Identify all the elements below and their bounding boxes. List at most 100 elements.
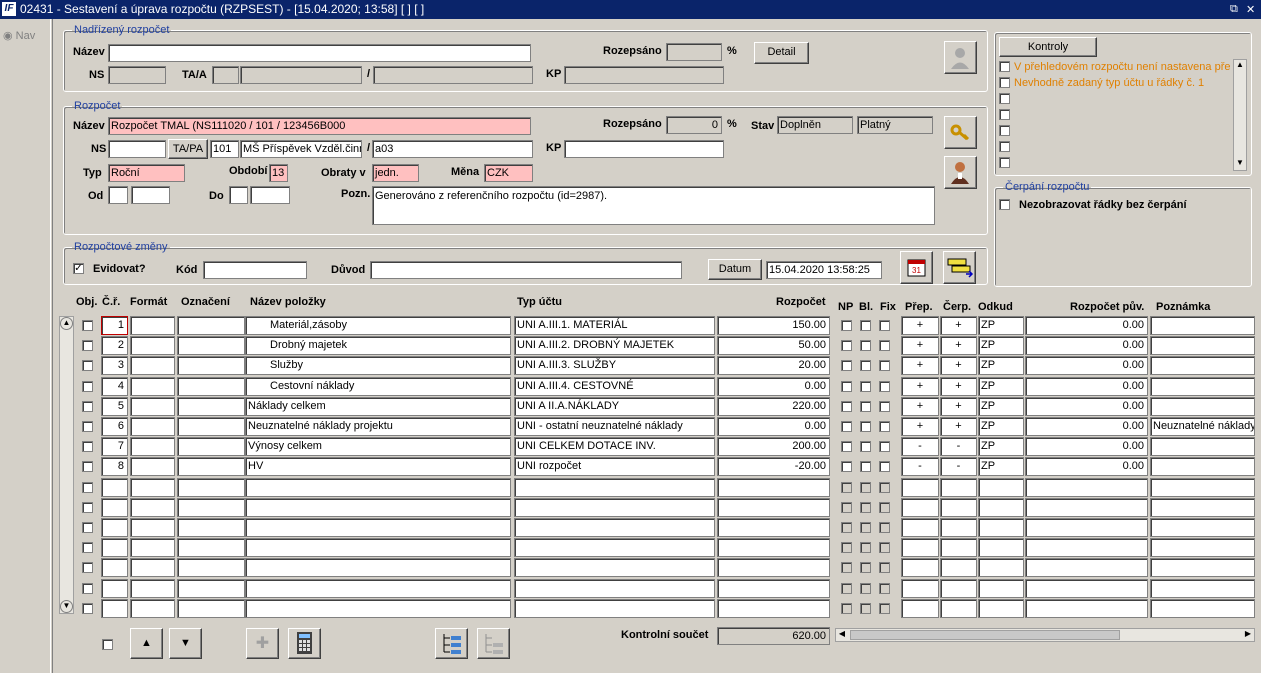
- scroll-down-icon[interactable]: ▼: [1234, 158, 1246, 170]
- row-cerp-cell[interactable]: +: [940, 356, 977, 375]
- row-prep-cell[interactable]: [901, 538, 939, 557]
- row-cerp-cell[interactable]: [940, 518, 977, 537]
- row-rozpocet-cell[interactable]: 150.00: [717, 316, 830, 335]
- row-typ-cell[interactable]: [514, 538, 715, 557]
- row-bl-checkbox[interactable]: [860, 340, 871, 351]
- row-format-cell[interactable]: [130, 457, 175, 476]
- row-cerp-cell[interactable]: +: [940, 417, 977, 436]
- row-typ-cell[interactable]: [514, 558, 715, 577]
- row-fix-checkbox[interactable]: [879, 441, 890, 452]
- row-prep-cell[interactable]: +: [901, 336, 939, 355]
- row-odkud-cell[interactable]: ZP: [978, 356, 1024, 375]
- row-cerp-cell[interactable]: [940, 538, 977, 557]
- row-nazev-cell[interactable]: Náklady celkem: [245, 397, 511, 416]
- row-puv-cell[interactable]: 0.00: [1025, 336, 1148, 355]
- row-prep-cell[interactable]: [901, 599, 939, 618]
- row-odkud-cell[interactable]: ZP: [978, 417, 1024, 436]
- row-odkud-cell[interactable]: ZP: [978, 377, 1024, 396]
- datum-field[interactable]: 15.04.2020 13:58:25: [766, 261, 882, 279]
- row-rozpocet-cell[interactable]: -20.00: [717, 457, 830, 476]
- row-puv-cell[interactable]: [1025, 538, 1148, 557]
- row-cr-cell[interactable]: [101, 518, 128, 537]
- row-obj-checkbox[interactable]: [82, 340, 93, 351]
- row-odkud-cell[interactable]: [978, 599, 1024, 618]
- row-np-checkbox[interactable]: [841, 461, 852, 472]
- row-puv-cell[interactable]: 0.00: [1025, 417, 1148, 436]
- row-fix-checkbox[interactable]: [879, 583, 890, 594]
- row-bl-checkbox[interactable]: [860, 421, 871, 432]
- row-puv-cell[interactable]: [1025, 599, 1148, 618]
- row-bl-checkbox[interactable]: [860, 522, 871, 533]
- row-odkud-cell[interactable]: [978, 558, 1024, 577]
- do-field[interactable]: [250, 186, 290, 204]
- row-nazev-cell[interactable]: Neuznatelné náklady projektu: [245, 417, 511, 436]
- move-up-button[interactable]: ▲: [130, 628, 163, 659]
- rows-scrollbar[interactable]: ▲ ▼: [59, 316, 74, 614]
- row-format-cell[interactable]: [130, 336, 175, 355]
- row-rozpocet-cell[interactable]: 50.00: [717, 336, 830, 355]
- row-bl-checkbox[interactable]: [860, 441, 871, 452]
- row-np-checkbox[interactable]: [841, 482, 852, 493]
- row-np-checkbox[interactable]: [841, 421, 852, 432]
- row-rozpocet-cell[interactable]: [717, 538, 830, 557]
- row-obj-checkbox[interactable]: [82, 461, 93, 472]
- row-prep-cell[interactable]: [901, 478, 939, 497]
- row-cr-cell[interactable]: 4: [101, 377, 128, 396]
- budget-a-field[interactable]: a03: [372, 140, 533, 158]
- nezobrazovat-checkbox[interactable]: [999, 199, 1010, 210]
- row-cerp-cell[interactable]: [940, 579, 977, 598]
- row-puv-cell[interactable]: [1025, 518, 1148, 537]
- row-nazev-cell[interactable]: [245, 518, 511, 537]
- horizontal-scrollbar[interactable]: ◀ ▶: [835, 628, 1255, 642]
- row-obj-checkbox[interactable]: [82, 320, 93, 331]
- row-bl-checkbox[interactable]: [860, 603, 871, 614]
- kontrola-checkbox-2[interactable]: [999, 77, 1010, 88]
- row-cr-cell[interactable]: 1: [101, 316, 128, 335]
- transfer-button[interactable]: [943, 251, 976, 284]
- row-nazev-cell[interactable]: [245, 558, 511, 577]
- row-bl-checkbox[interactable]: [860, 360, 871, 371]
- tapa-code-field[interactable]: 101: [210, 140, 239, 158]
- tapa-button[interactable]: TA/PA: [168, 139, 208, 159]
- row-nazev-cell[interactable]: [245, 478, 511, 497]
- calendar-button[interactable]: 31: [900, 251, 933, 284]
- row-np-checkbox[interactable]: [841, 441, 852, 452]
- row-np-checkbox[interactable]: [841, 340, 852, 351]
- row-obj-checkbox[interactable]: [82, 603, 93, 614]
- row-prep-cell[interactable]: +: [901, 377, 939, 396]
- row-np-checkbox[interactable]: [841, 583, 852, 594]
- row-nazev-cell[interactable]: [245, 498, 511, 517]
- row-typ-cell[interactable]: UNI A.III.1. MATERIÁL: [514, 316, 715, 335]
- row-typ-cell[interactable]: UNI CELKEM DOTACE INV.: [514, 437, 715, 456]
- row-cr-cell[interactable]: 7: [101, 437, 128, 456]
- row-nazev-cell[interactable]: [245, 579, 511, 598]
- row-typ-cell[interactable]: UNI A.III.2. DROBNÝ MAJETEK: [514, 336, 715, 355]
- user-button[interactable]: [944, 156, 977, 189]
- key-button[interactable]: [944, 116, 977, 149]
- row-prep-cell[interactable]: -: [901, 457, 939, 476]
- row-oznaceni-cell[interactable]: [177, 397, 245, 416]
- row-obj-checkbox[interactable]: [82, 441, 93, 452]
- restore-icon[interactable]: ⧉: [1230, 3, 1238, 16]
- row-cerp-cell[interactable]: +: [940, 316, 977, 335]
- mena-field[interactable]: CZK: [484, 164, 533, 182]
- row-rozpocet-cell[interactable]: [717, 498, 830, 517]
- row-rozpocet-cell[interactable]: [717, 518, 830, 537]
- row-cerp-cell[interactable]: -: [940, 437, 977, 456]
- row-obj-checkbox[interactable]: [82, 562, 93, 573]
- row-pozn-cell[interactable]: [1150, 356, 1255, 375]
- row-prep-cell[interactable]: +: [901, 316, 939, 335]
- row-np-checkbox[interactable]: [841, 360, 852, 371]
- row-fix-checkbox[interactable]: [879, 603, 890, 614]
- row-oznaceni-cell[interactable]: [177, 336, 245, 355]
- row-pozn-cell[interactable]: [1150, 518, 1255, 537]
- row-format-cell[interactable]: [130, 478, 175, 497]
- kontrola-checkbox-6[interactable]: [999, 141, 1010, 152]
- row-rozpocet-cell[interactable]: [717, 599, 830, 618]
- row-oznaceni-cell[interactable]: [177, 518, 245, 537]
- row-format-cell[interactable]: [130, 518, 175, 537]
- row-format-cell[interactable]: [130, 437, 175, 456]
- tapa-name-field[interactable]: MŠ Příspěvek Vzděl.činn: [240, 140, 362, 158]
- row-rozpocet-cell[interactable]: 0.00: [717, 417, 830, 436]
- row-obj-checkbox[interactable]: [82, 542, 93, 553]
